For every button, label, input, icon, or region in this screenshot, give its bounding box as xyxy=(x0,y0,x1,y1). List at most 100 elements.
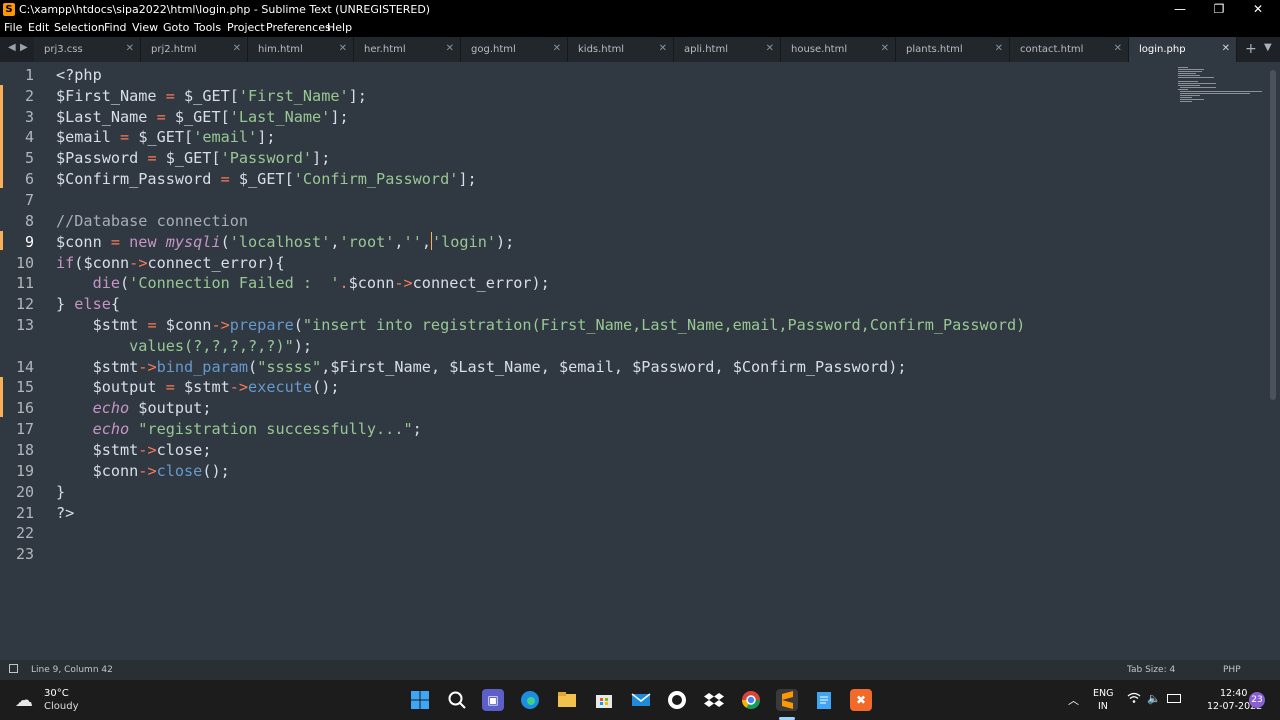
sublime-text-icon[interactable] xyxy=(776,689,798,711)
line-number: 6 xyxy=(24,170,34,188)
volume-icon[interactable]: 🔈 xyxy=(1147,692,1161,705)
menu-project[interactable]: Project xyxy=(227,21,265,34)
line-number: 17 xyxy=(15,420,34,438)
vertical-scrollbar[interactable] xyxy=(1270,70,1276,400)
chat-icon[interactable]: ▣ xyxy=(482,689,504,711)
tab-apli-html[interactable]: apli.html ✕ xyxy=(674,37,781,62)
minimap[interactable] xyxy=(1175,64,1265,104)
line-number: 11 xyxy=(15,274,34,292)
menu-view[interactable]: View xyxy=(132,21,158,34)
line-number: 1 xyxy=(24,66,34,84)
close-icon[interactable]: ✕ xyxy=(995,43,1003,54)
line-number: 8 xyxy=(24,212,34,230)
line-number: 4 xyxy=(24,128,34,146)
notification-badge[interactable]: 23 xyxy=(1249,692,1265,708)
tab-label: her.html xyxy=(364,44,406,55)
tab-contact-html[interactable]: contact.html ✕ xyxy=(1010,37,1129,62)
cursor-position: Line 9, Column 42 xyxy=(31,665,113,675)
tab-list-dropdown-icon[interactable]: ▼ xyxy=(1264,42,1272,53)
tab-house-html[interactable]: house.html ✕ xyxy=(781,37,896,62)
tab-label: house.html xyxy=(791,44,848,55)
minimize-button[interactable]: — xyxy=(1160,0,1200,19)
window-title: C:\xampp\htdocs\sipa2022\html\login.php … xyxy=(19,3,431,16)
weather-temp[interactable]: 30°C xyxy=(44,688,69,699)
chrome-icon[interactable] xyxy=(740,689,762,711)
tab-plants-html[interactable]: plants.html ✕ xyxy=(896,37,1010,62)
xampp-icon[interactable]: ✖ xyxy=(850,689,872,711)
close-icon[interactable]: ✕ xyxy=(339,43,347,54)
weather-desc[interactable]: Cloudy xyxy=(44,701,78,712)
tab-him-html[interactable]: him.html ✕ xyxy=(248,37,354,62)
chevron-up-icon[interactable]: ︿ xyxy=(1068,692,1079,708)
menu-edit[interactable]: Edit xyxy=(28,21,49,34)
tab-prev-icon[interactable]: ◀ xyxy=(8,42,16,53)
menu-tools[interactable]: Tools xyxy=(194,21,221,34)
code-line: $output = $stmt->execute(); xyxy=(56,378,340,396)
language-top[interactable]: ENG xyxy=(1093,688,1113,699)
close-icon[interactable]: ✕ xyxy=(233,43,241,54)
line-number: 20 xyxy=(15,483,34,501)
close-button[interactable]: ✕ xyxy=(1238,0,1278,19)
dropbox-icon[interactable] xyxy=(703,689,725,711)
title-bar: S C:\xampp\htdocs\sipa2022\html\login.ph… xyxy=(0,0,1280,19)
code-line: echo $output; xyxy=(56,399,212,417)
status-bar: Line 9, Column 42 Tab Size: 4 PHP xyxy=(0,660,1280,680)
tab-her-html[interactable]: her.html ✕ xyxy=(354,37,461,62)
line-number: 21 xyxy=(15,504,34,522)
menu-selection[interactable]: Selection xyxy=(54,21,105,34)
clock-time[interactable]: 12:40 xyxy=(1220,688,1247,699)
syntax-mode[interactable]: PHP xyxy=(1223,665,1241,675)
line-number: 18 xyxy=(15,441,34,459)
maximize-button[interactable]: ❐ xyxy=(1199,0,1239,19)
file-explorer-icon[interactable] xyxy=(556,689,578,711)
code-line: $conn->close(); xyxy=(56,462,230,480)
menu-find[interactable]: Find xyxy=(104,21,127,34)
code-line-current: $conn = new mysqli('localhost','root',''… xyxy=(56,232,515,251)
edge-icon[interactable] xyxy=(519,689,541,711)
tab-kids-html[interactable]: kids.html ✕ xyxy=(568,37,674,62)
line-number: 12 xyxy=(15,295,34,313)
menu-help[interactable]: Help xyxy=(327,21,352,34)
notepad-icon[interactable] xyxy=(813,689,835,711)
mail-icon[interactable] xyxy=(630,689,652,711)
line-number: 16 xyxy=(15,399,34,417)
close-icon[interactable]: ✕ xyxy=(553,43,561,54)
code-line: $stmt = $conn->prepare("insert into regi… xyxy=(56,316,1026,334)
new-tab-icon[interactable]: + xyxy=(1245,41,1257,57)
tab-next-icon[interactable]: ▶ xyxy=(20,42,28,53)
close-icon[interactable]: ✕ xyxy=(1222,43,1230,54)
close-icon[interactable]: ✕ xyxy=(126,43,134,54)
panel-toggle-icon[interactable] xyxy=(9,664,18,673)
store-icon[interactable] xyxy=(593,689,615,711)
sublime-app-icon: S xyxy=(3,3,15,16)
tab-prj3-css[interactable]: prj3.css ✕ xyxy=(34,37,141,62)
windows-start-icon[interactable] xyxy=(409,689,431,711)
close-icon[interactable]: ✕ xyxy=(766,43,774,54)
code-line: } xyxy=(56,483,66,501)
menu-preferences[interactable]: Preferences xyxy=(266,21,331,34)
line-number: 22 xyxy=(15,524,34,542)
close-icon[interactable]: ✕ xyxy=(659,43,667,54)
tab-prj2-html[interactable]: prj2.html ✕ xyxy=(141,37,248,62)
wifi-icon[interactable] xyxy=(1127,692,1141,707)
menu-file[interactable]: File xyxy=(4,21,22,34)
line-number: 23 xyxy=(15,545,34,563)
battery-icon[interactable] xyxy=(1167,694,1181,703)
language-bottom[interactable]: IN xyxy=(1098,701,1108,712)
code-line: $stmt->close; xyxy=(56,441,212,459)
tab-login-php[interactable]: login.php ✕ xyxy=(1129,37,1237,62)
close-icon[interactable]: ✕ xyxy=(881,43,889,54)
github-icon[interactable] xyxy=(666,689,688,711)
tab-gog-html[interactable]: gog.html ✕ xyxy=(461,37,568,62)
search-icon[interactable] xyxy=(446,689,468,711)
menu-goto[interactable]: Goto xyxy=(163,21,189,34)
tab-size[interactable]: Tab Size: 4 xyxy=(1127,665,1175,675)
code-line: <?php xyxy=(56,66,102,84)
editor-area[interactable]: 1 2 3 4 5 6 7 8 9 10 11 12 13 14 15 16 1… xyxy=(0,62,1280,660)
tab-label: plants.html xyxy=(906,44,963,55)
close-icon[interactable]: ✕ xyxy=(1114,43,1122,54)
line-number: 14 xyxy=(15,358,34,376)
cloud-icon[interactable]: ☁ xyxy=(15,690,33,711)
close-icon[interactable]: ✕ xyxy=(446,43,454,54)
line-number: 3 xyxy=(24,108,34,126)
